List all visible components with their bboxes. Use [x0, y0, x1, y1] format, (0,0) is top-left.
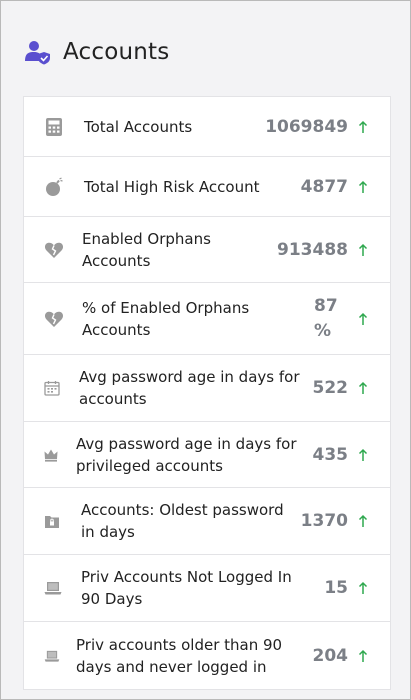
metric-value: 1069849	[265, 116, 348, 137]
trend-up-arrow-icon	[358, 514, 368, 527]
calendar-icon	[44, 381, 60, 396]
bomb-icon	[46, 176, 63, 196]
laptop-icon	[44, 582, 62, 595]
metric-value: 87 %	[314, 295, 338, 341]
lock-folder-icon	[45, 516, 59, 528]
laptop-icon	[44, 650, 60, 662]
metric-label: Total High Risk Account	[84, 177, 260, 196]
metric-row-pct-enabled-orphans[interactable]: % of Enabled Orphans Accounts 87 %	[24, 283, 390, 355]
metric-label: Total Accounts	[84, 117, 193, 136]
metric-row-priv-older-never-logged[interactable]: Priv accounts older than 90 days and nev…	[24, 622, 390, 689]
metric-row-high-risk[interactable]: Total High Risk Account 4877	[24, 157, 390, 217]
metric-row-priv-not-logged-in[interactable]: Priv Accounts Not Logged In 90 Days 15	[24, 555, 390, 622]
metric-value: 204	[312, 645, 349, 666]
user-shield-icon	[25, 41, 50, 65]
metric-row-oldest-password[interactable]: Accounts: Oldest password in days 1370	[24, 488, 390, 555]
metric-value: 913488	[277, 239, 348, 260]
metric-row-enabled-orphans[interactable]: Enabled Orphans Accounts 913488	[24, 217, 390, 283]
metric-row-total-accounts[interactable]: Total Accounts 1069849	[24, 97, 390, 157]
trend-up-arrow-icon	[358, 581, 368, 594]
metric-row-avg-password-age-privileged[interactable]: Avg password age in days for privileged …	[24, 422, 390, 488]
trend-up-arrow-icon	[358, 180, 368, 193]
trend-up-arrow-icon	[358, 649, 368, 662]
metric-label: Priv Accounts Not Logged In 90 Days	[81, 568, 292, 608]
metric-value: 522	[312, 378, 349, 398]
metric-value: 1370	[300, 511, 348, 531]
metric-label: % of Enabled Orphans Accounts	[82, 298, 250, 339]
accounts-metrics-card: Total Accounts 1069849 Total High Risk A…	[23, 96, 391, 690]
crown-icon	[44, 449, 58, 462]
trend-up-arrow-icon	[358, 120, 368, 133]
page-title: Accounts	[63, 39, 170, 65]
broken-heart-icon	[44, 242, 64, 258]
metric-row-avg-password-age[interactable]: Avg password age in days for accounts 52…	[24, 355, 390, 422]
accounts-panel: Accounts Total Accounts 1069849 Total Hi…	[0, 0, 411, 700]
broken-heart-icon	[44, 311, 64, 327]
metric-value: 4877	[300, 176, 348, 197]
metric-label: Enabled Orphans Accounts	[82, 229, 211, 270]
calculator-icon	[46, 117, 62, 136]
trend-up-arrow-icon	[358, 448, 368, 461]
metric-label: Avg password age in days for privileged …	[76, 434, 297, 475]
metric-label: Accounts: Oldest password in days	[81, 501, 284, 541]
metric-value: 435	[312, 444, 349, 465]
metric-label: Priv accounts older than 90 days and nev…	[76, 635, 283, 676]
panel-header: Accounts	[25, 39, 169, 65]
metric-value: 15	[324, 578, 348, 598]
metric-label: Avg password age in days for accounts	[79, 368, 300, 408]
trend-up-arrow-icon	[358, 243, 368, 256]
trend-up-arrow-icon	[358, 381, 368, 394]
trend-up-arrow-icon	[358, 312, 368, 325]
